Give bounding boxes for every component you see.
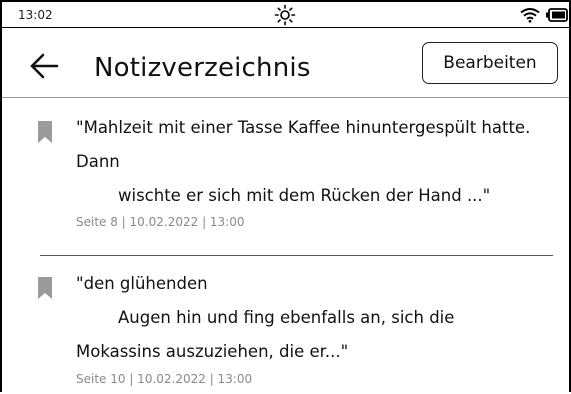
note-line: Dann	[76, 152, 120, 171]
brightness-icon[interactable]	[274, 4, 296, 26]
app-header: Notizverzeichnis Bearbeiten	[2, 29, 569, 98]
bookmark-icon	[38, 277, 52, 299]
note-line: "den glühenden	[76, 274, 208, 293]
note-item[interactable]: "den glühenden Augen hin und fing ebenfa…	[2, 258, 569, 392]
status-time: 13:02	[18, 8, 53, 22]
bookmark-icon	[38, 121, 52, 143]
battery-icon[interactable]	[546, 8, 568, 22]
note-divider	[40, 255, 553, 256]
wifi-icon[interactable]	[520, 7, 540, 23]
note-item[interactable]: "Mahlzeit mit einer Tasse Kaffee hinunte…	[2, 98, 569, 254]
status-bar: 13:02	[2, 2, 569, 28]
note-meta: Seite 8 | 10.02.2022 | 13:00	[76, 215, 245, 229]
note-meta: Seite 10 | 10.02.2022 | 13:00	[76, 372, 253, 386]
note-line: Augen hin und fing ebenfalls an, sich di…	[118, 308, 455, 327]
edit-button[interactable]: Bearbeiten	[422, 42, 558, 84]
note-line: Mokassins auszuziehen, die er..."	[76, 342, 349, 361]
back-arrow-icon[interactable]	[28, 51, 60, 81]
note-line: wischte er sich mit dem Rücken der Hand …	[118, 186, 491, 205]
page-title: Notizverzeichnis	[94, 53, 311, 83]
note-line: "Mahlzeit mit einer Tasse Kaffee hinunte…	[76, 118, 531, 137]
device-screen: 13:02 Notizverzeichnis Bearbeiten "Mahlz…	[0, 0, 571, 392]
